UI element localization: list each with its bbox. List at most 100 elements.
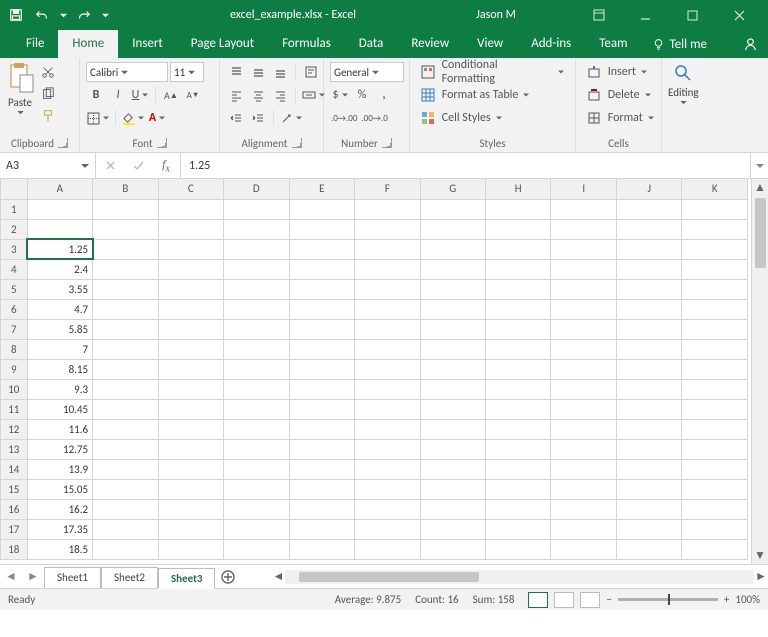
column-header[interactable]: G [420,179,485,199]
cell-C1[interactable] [158,199,223,219]
tab-formulas[interactable]: Formulas [268,30,345,58]
cell-K11[interactable] [682,399,748,419]
scroll-up-icon[interactable]: ▲ [752,179,768,196]
cell-C15[interactable] [158,479,223,499]
cell-K18[interactable] [682,539,748,559]
format-as-table-button[interactable]: Format as Table [416,85,534,105]
zoom-out-button[interactable]: − [606,593,611,606]
cell-C9[interactable] [158,359,223,379]
cell-I5[interactable] [551,279,616,299]
column-header[interactable]: H [485,179,550,199]
view-normal-button[interactable] [528,592,548,608]
close-icon[interactable] [717,0,762,30]
column-header[interactable]: I [551,179,616,199]
cell-J8[interactable] [616,339,681,359]
cell-D4[interactable] [224,259,289,279]
view-page-layout-button[interactable] [554,592,574,608]
cell-G17[interactable] [420,519,485,539]
cell-I8[interactable] [551,339,616,359]
cell-K14[interactable] [682,459,748,479]
cell-J2[interactable] [616,219,681,239]
cell-D13[interactable] [224,439,289,459]
cell-F12[interactable] [355,419,420,439]
cell-A14[interactable]: 13.9 [27,459,92,479]
cell-H12[interactable] [485,419,550,439]
cell-I11[interactable] [551,399,616,419]
tab-view[interactable]: View [463,30,517,58]
cell-styles-button[interactable]: Cell Styles [416,108,507,128]
row-header[interactable]: 7 [1,319,28,339]
maximize-icon[interactable] [670,0,715,30]
cell-I12[interactable] [551,419,616,439]
paste-button[interactable]: Paste [6,62,34,115]
cell-K17[interactable] [682,519,748,539]
cell-G13[interactable] [420,439,485,459]
cell-F14[interactable] [355,459,420,479]
cell-A15[interactable]: 15.05 [27,479,92,499]
cell-A4[interactable]: 2.4 [27,259,92,279]
vscroll-thumb[interactable] [755,198,766,268]
cell-G5[interactable] [420,279,485,299]
delete-cells-button[interactable]: Delete [582,85,656,105]
cell-D3[interactable] [224,239,289,259]
cell-A18[interactable]: 18.5 [27,539,92,559]
cell-A13[interactable]: 12.75 [27,439,92,459]
cell-B10[interactable] [93,379,158,399]
cell-E18[interactable] [289,539,354,559]
decrease-decimal-button[interactable]: .00→.0 [360,108,388,128]
tab-addins[interactable]: Add-ins [517,30,585,58]
cell-E5[interactable] [289,279,354,299]
underline-button[interactable]: U [130,85,150,105]
cell-D1[interactable] [224,199,289,219]
cell-G6[interactable] [420,299,485,319]
cell-J9[interactable] [616,359,681,379]
cell-G16[interactable] [420,499,485,519]
cell-I9[interactable] [551,359,616,379]
format-painter-button[interactable] [38,106,58,126]
cell-G10[interactable] [420,379,485,399]
cell-B7[interactable] [93,319,158,339]
increase-decimal-button[interactable]: .0→.00 [330,108,358,128]
cell-H1[interactable] [485,199,550,219]
cell-K13[interactable] [682,439,748,459]
cell-I14[interactable] [551,459,616,479]
cell-F3[interactable] [355,239,420,259]
sheet-tab-sheet1[interactable]: Sheet1 [44,567,101,588]
cell-I18[interactable] [551,539,616,559]
formula-input[interactable]: 1.25 [181,153,750,178]
cell-F5[interactable] [355,279,420,299]
cell-H16[interactable] [485,499,550,519]
cell-B14[interactable] [93,459,158,479]
row-header[interactable]: 1 [1,199,28,219]
row-header[interactable]: 10 [1,379,28,399]
cell-C8[interactable] [158,339,223,359]
cell-B4[interactable] [93,259,158,279]
cell-K7[interactable] [682,319,748,339]
align-right-button[interactable] [270,85,290,105]
italic-button[interactable]: I [108,85,128,105]
cell-F17[interactable] [355,519,420,539]
cell-A16[interactable]: 16.2 [27,499,92,519]
cell-J14[interactable] [616,459,681,479]
cell-D14[interactable] [224,459,289,479]
cell-G18[interactable] [420,539,485,559]
sheet-tab-sheet3[interactable]: Sheet3 [158,568,216,589]
column-header[interactable]: K [682,179,748,199]
save-icon[interactable] [6,5,26,25]
font-size-dropdown[interactable]: 11 [170,62,204,82]
tab-insert[interactable]: Insert [118,30,177,58]
scroll-right-icon[interactable]: ► [754,569,768,584]
cell-K3[interactable] [682,239,748,259]
cell-C4[interactable] [158,259,223,279]
increase-font-button[interactable]: A▲ [161,85,181,105]
tab-nav-next[interactable]: ► [22,569,44,584]
cell-K6[interactable] [682,299,748,319]
format-cells-button[interactable]: Format [582,108,659,128]
insert-cells-button[interactable]: Insert [582,62,652,82]
cell-H15[interactable] [485,479,550,499]
decrease-font-button[interactable]: A▼ [183,85,203,105]
cell-E6[interactable] [289,299,354,319]
cell-I6[interactable] [551,299,616,319]
tab-page-layout[interactable]: Page Layout [177,30,268,58]
font-dialog-launcher[interactable] [157,138,167,148]
